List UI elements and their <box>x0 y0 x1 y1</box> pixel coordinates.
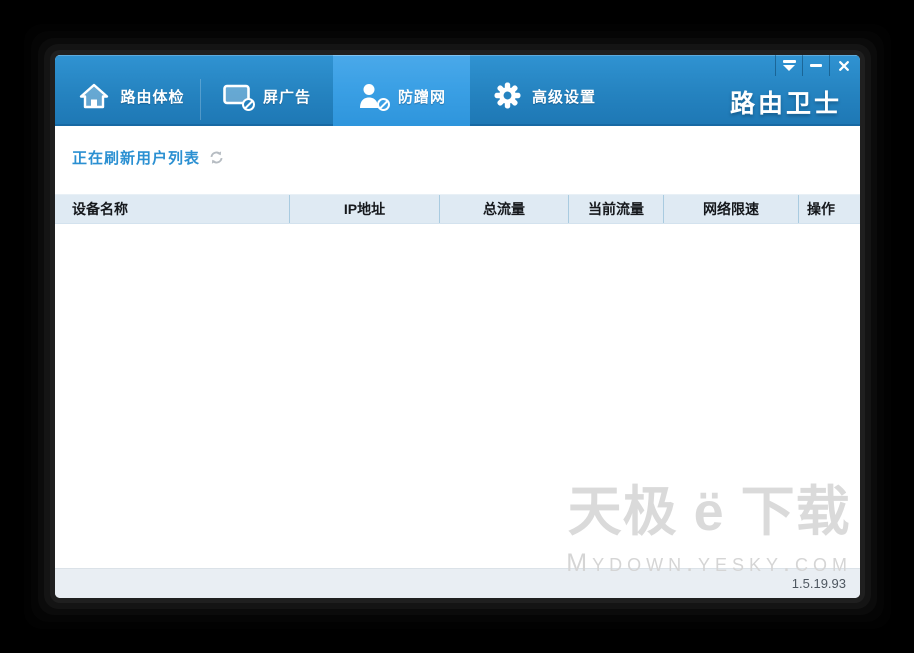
minimize-button[interactable] <box>802 55 829 76</box>
status-row: 正在刷新用户列表 <box>55 126 860 168</box>
gear-icon <box>494 82 521 110</box>
tab-label: 路由体检 <box>120 86 184 107</box>
version-label: 1.5.19.93 <box>792 576 846 591</box>
tab-router-checkup[interactable]: 路由体检 <box>64 55 200 126</box>
screen-block-icon <box>222 82 252 110</box>
tab-label: 屏广告 <box>263 86 311 107</box>
main-content: 正在刷新用户列表 设备名称 IP地址 总流量 当前流量 网络限速 操作 <box>55 126 860 566</box>
status-footer: 1.5.19.93 <box>55 568 860 598</box>
title-nav-bar: 路由体检 屏广告 <box>55 55 860 126</box>
main-menu-button[interactable] <box>775 55 802 76</box>
home-icon <box>79 82 109 110</box>
close-button[interactable] <box>829 55 860 76</box>
col-ip-address: IP地址 <box>289 195 439 223</box>
col-device-name: 设备名称 <box>55 195 289 223</box>
col-actions: 操作 <box>798 195 860 223</box>
app-window: 路由体检 屏广告 <box>55 55 860 598</box>
col-total-traffic: 总流量 <box>439 195 568 223</box>
col-speed-limit: 网络限速 <box>663 195 798 223</box>
block-badge-icon <box>377 98 390 111</box>
refresh-icon[interactable] <box>209 150 224 165</box>
app-logo: 路由卫士 <box>730 84 842 120</box>
minimize-icon <box>810 64 822 67</box>
menu-dropdown-icon <box>783 60 796 71</box>
status-text: 正在刷新用户列表 <box>72 147 200 168</box>
tab-label: 高级设置 <box>532 86 596 107</box>
window-controls <box>775 55 860 76</box>
screenshot-stage: 路由体检 屏广告 <box>0 0 914 653</box>
tab-advanced-settings[interactable]: 高级设置 <box>470 55 620 126</box>
tab-anti-freeloader[interactable]: 防蹭网 <box>333 55 470 126</box>
block-badge-icon <box>242 98 255 111</box>
col-current-traffic: 当前流量 <box>568 195 663 223</box>
device-table-header: 设备名称 IP地址 总流量 当前流量 网络限速 操作 <box>55 194 860 224</box>
user-block-icon <box>357 82 387 110</box>
tab-label: 防蹭网 <box>398 86 446 107</box>
close-icon <box>839 61 849 71</box>
tab-block-ads[interactable]: 屏广告 <box>200 55 333 126</box>
